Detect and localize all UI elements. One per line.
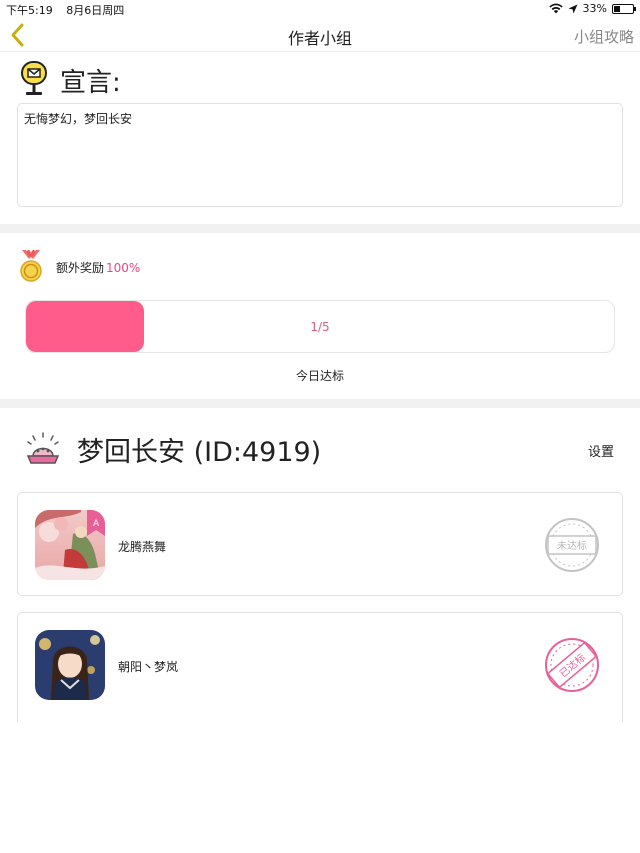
medal-icon (20, 249, 42, 282)
member-avatar (35, 630, 105, 700)
battery-fill (614, 5, 620, 12)
member-name: 龙腾燕舞 (118, 540, 167, 554)
group-settings-button[interactable]: 设置 (588, 441, 614, 460)
status-left: 下午5:19 8月6日周四 (6, 2, 134, 18)
stamp-text: 未达标 (557, 540, 587, 552)
member-name: 朝阳丶梦岚 (118, 660, 179, 674)
daily-progress-bar: 1/5 (25, 300, 615, 353)
declaration-text: 无悔梦幻，梦回长安 (24, 112, 133, 126)
declaration-title: 宣言: (60, 68, 121, 98)
svg-text:A: A (93, 519, 100, 529)
extra-reward-percent: 100% (106, 261, 141, 275)
wifi-icon (548, 3, 563, 14)
declaration-text-box[interactable]: 无悔梦幻，梦回长安 (17, 103, 623, 207)
status-time: 下午5:19 (6, 4, 53, 17)
status-bar: 下午5:19 8月6日周四 33% (0, 0, 640, 18)
battery-icon (612, 3, 636, 14)
progress-label: 1/5 (310, 320, 330, 334)
group-guide-link[interactable]: 小组攻略 (574, 26, 634, 47)
location-arrow-icon (568, 4, 578, 13)
member-avatar: A (35, 510, 105, 580)
not-achieved-stamp-icon: 未达标 (545, 518, 599, 572)
status-right: 33% (548, 2, 636, 15)
member-card[interactable]: 朝阳丶梦岚 已达标 (17, 612, 623, 722)
battery-percent: 33% (582, 2, 607, 15)
mailbox-icon (21, 61, 47, 95)
today-target-label: 今日达标 (295, 369, 344, 383)
page-title: 作者小组 (287, 29, 352, 48)
achieved-stamp-icon: 已达标 (545, 638, 599, 692)
extra-reward: 额外奖励 100% (56, 259, 140, 276)
crown-badge-icon (26, 432, 60, 464)
status-date: 8月6日周四 (66, 4, 125, 17)
nav-bar: 作者小组 小组攻略 (0, 18, 640, 52)
extra-reward-label: 额外奖励 (56, 261, 105, 275)
section-divider (0, 224, 640, 233)
member-card[interactable]: A 龙腾燕舞 未达标 (17, 492, 623, 596)
section-divider (0, 399, 640, 408)
group-title: 梦回长安 (ID:4919) (77, 437, 322, 468)
